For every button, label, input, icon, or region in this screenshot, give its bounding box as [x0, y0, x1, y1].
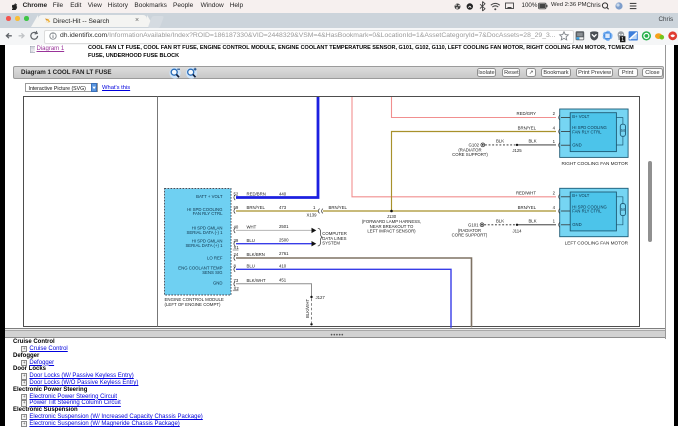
svg-text:M: M: [621, 207, 625, 212]
svg-text:2500: 2500: [279, 238, 289, 243]
svg-text:BLK: BLK: [528, 219, 536, 224]
svg-text:BLK/WHT: BLK/WHT: [247, 278, 266, 283]
svg-text:SYSTEM: SYSTEM: [322, 241, 340, 246]
svg-text:J114: J114: [513, 229, 523, 234]
svg-text:BLU: BLU: [247, 264, 255, 269]
svg-text:LEFT COOLING FAN MOTOR: LEFT COOLING FAN MOTOR: [565, 240, 629, 245]
svg-text:BLU: BLU: [247, 238, 255, 243]
svg-text:RED/GRY: RED/GRY: [517, 111, 537, 116]
svg-text:(LEFT OF ENGINE COMPT): (LEFT OF ENGINE COMPT): [165, 302, 222, 307]
svg-text:LEFT IMPACT SENSOR): LEFT IMPACT SENSOR): [367, 228, 416, 233]
svg-text:24: 24: [234, 252, 239, 257]
svg-text:CORE SUPPORT): CORE SUPPORT): [452, 232, 488, 237]
svg-text:WHT: WHT: [247, 225, 257, 230]
svg-text:B+ VOLT: B+ VOLT: [572, 193, 589, 198]
svg-text:BRN/YEL: BRN/YEL: [518, 125, 537, 130]
svg-text:440: 440: [279, 192, 287, 197]
svg-text:1: 1: [313, 205, 316, 210]
svg-text:RED/BRN: RED/BRN: [247, 192, 266, 197]
svg-text:M: M: [621, 128, 625, 133]
svg-text:4: 4: [553, 205, 556, 210]
svg-text:SENS SIG: SENS SIG: [202, 270, 223, 275]
svg-text:X1: X1: [234, 245, 240, 250]
svg-text:2: 2: [553, 111, 556, 116]
svg-text:1: 1: [621, 37, 624, 43]
svg-text:1: 1: [553, 139, 556, 144]
svg-text:RIGHT COOLING FAN MOTOR: RIGHT COOLING FAN MOTOR: [562, 161, 629, 166]
svg-text:2761: 2761: [279, 251, 289, 256]
svg-text:RED/WHT: RED/WHT: [516, 190, 536, 195]
svg-text:2501: 2501: [279, 224, 289, 229]
svg-text:GND: GND: [572, 222, 581, 227]
svg-text:LO REF: LO REF: [207, 256, 223, 261]
svg-text:52: 52: [234, 192, 239, 197]
svg-text:2: 2: [553, 190, 556, 195]
svg-text:BLK/WHT: BLK/WHT: [305, 299, 310, 318]
svg-text:451: 451: [279, 278, 287, 283]
svg-text:73: 73: [234, 278, 239, 283]
svg-text:J125: J125: [512, 148, 522, 153]
svg-text:BLK: BLK: [496, 219, 504, 224]
svg-text:CORE SUPPORT): CORE SUPPORT): [452, 152, 488, 157]
svg-text:G102: G102: [468, 143, 479, 148]
svg-text:BRN/YEL: BRN/YEL: [329, 205, 348, 210]
svg-text:410: 410: [279, 264, 287, 269]
svg-text:4: 4: [553, 125, 556, 130]
svg-text:FAN RLY CTRL: FAN RLY CTRL: [572, 209, 602, 214]
svg-text:8: 8: [234, 264, 237, 269]
svg-text:BRN/YEL: BRN/YEL: [518, 205, 537, 210]
svg-text:X2: X2: [234, 286, 240, 291]
svg-text:SERIAL DATA (-) 1: SERIAL DATA (-) 1: [187, 230, 224, 235]
svg-text:SERIAL DATA (+) 1: SERIAL DATA (+) 1: [185, 243, 223, 248]
svg-text:59: 59: [234, 205, 239, 210]
svg-text:BLK: BLK: [528, 139, 536, 144]
svg-text:BLK: BLK: [496, 139, 504, 144]
svg-text:X139: X139: [307, 213, 318, 218]
svg-text:J127: J127: [316, 295, 326, 300]
svg-text:GND: GND: [572, 142, 581, 147]
svg-text:G101: G101: [468, 223, 479, 228]
svg-text:40: 40: [234, 225, 239, 230]
svg-text:BATT + VOLT: BATT + VOLT: [196, 194, 223, 199]
svg-text:B+ VOLT: B+ VOLT: [572, 114, 589, 119]
svg-text:1: 1: [553, 219, 556, 224]
svg-text:BLK/BRN: BLK/BRN: [247, 252, 265, 257]
svg-text:GND: GND: [213, 280, 223, 285]
svg-text:BRN/YEL: BRN/YEL: [247, 205, 266, 210]
svg-text:FAN RLY CTRL: FAN RLY CTRL: [572, 129, 602, 134]
svg-text:39: 39: [234, 238, 239, 243]
svg-text:473: 473: [279, 205, 287, 210]
svg-text:FAN RLY CTRL: FAN RLY CTRL: [193, 211, 224, 216]
